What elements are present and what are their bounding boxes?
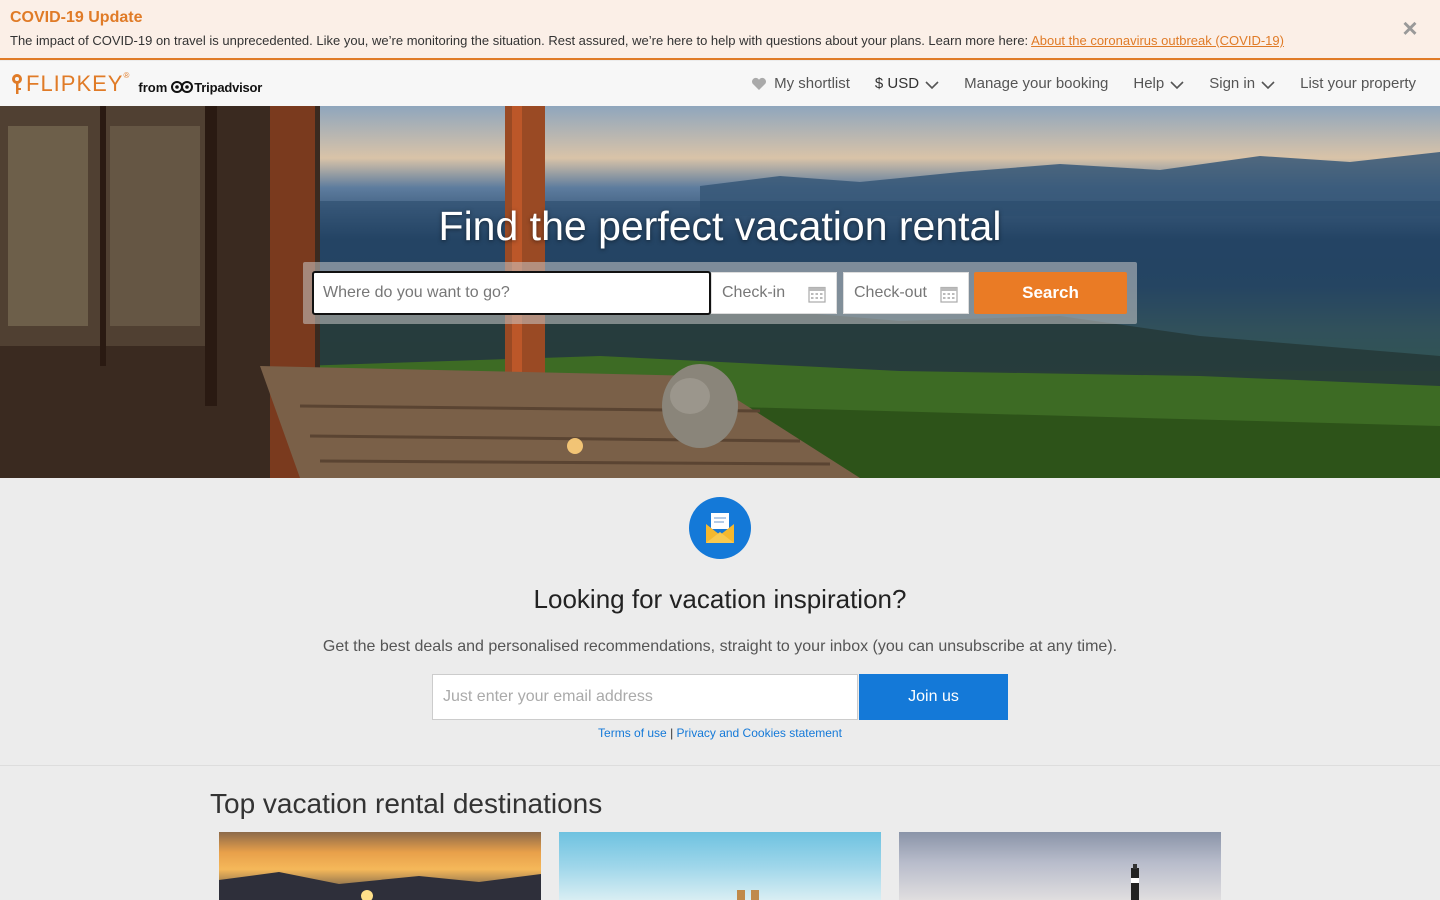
currency-label: $ USD xyxy=(874,75,920,92)
terms-link[interactable]: Terms of use xyxy=(598,726,667,740)
email-field[interactable] xyxy=(432,674,858,720)
search-form: Check-in Check-out Search xyxy=(303,262,1137,324)
logo-partner-text: Tripadvisor xyxy=(194,79,263,95)
list-property-link[interactable]: List your property xyxy=(1300,75,1416,92)
heart-icon xyxy=(752,77,767,90)
newsletter-section: Looking for vacation inspiration? Get th… xyxy=(0,478,1440,766)
legal-separator: | xyxy=(666,726,677,740)
main-nav: My shortlist $ USD Manage your booking H… xyxy=(751,61,1416,106)
close-icon[interactable]: × xyxy=(1400,15,1420,41)
logo-from-tripadvisor: from Tripadvisor xyxy=(138,80,262,95)
flipkey-logo[interactable]: FLIPKEY® from Tripadvisor xyxy=(10,71,262,97)
destination-input[interactable] xyxy=(312,271,711,315)
covid-banner: COVID-19 Update The impact of COVID-19 o… xyxy=(0,0,1440,60)
hero-banner: Find the perfect vacation rental Check-i… xyxy=(0,106,1440,478)
join-button[interactable]: Join us xyxy=(859,674,1008,720)
destination-image xyxy=(219,872,541,900)
destinations-title: Top vacation rental destinations xyxy=(210,788,603,819)
logo-wordmark: FLIPKEY® xyxy=(26,71,130,97)
manage-booking-link[interactable]: Manage your booking xyxy=(964,75,1108,92)
destination-card[interactable] xyxy=(899,832,1221,900)
checkout-field[interactable]: Check-out xyxy=(843,272,969,314)
covid-banner-text: The impact of COVID-19 on travel is unpr… xyxy=(10,33,1284,48)
logo-registered: ® xyxy=(123,71,131,80)
search-button[interactable]: Search xyxy=(974,272,1127,314)
destination-card[interactable] xyxy=(219,832,541,900)
calendar-icon xyxy=(940,286,958,303)
chevron-down-icon xyxy=(1170,80,1184,89)
checkout-label: Check-out xyxy=(854,284,927,301)
key-logo-icon xyxy=(12,74,22,94)
covid-banner-title: COVID-19 Update xyxy=(10,9,143,26)
checkin-label: Check-in xyxy=(722,284,786,301)
chevron-down-icon xyxy=(925,80,939,89)
currency-dropdown[interactable]: $ USD xyxy=(875,75,939,92)
destination-image xyxy=(1131,864,1139,900)
legal-links: Terms of use | Privacy and Cookies state… xyxy=(0,726,1440,740)
tripadvisor-owl-icon xyxy=(171,81,194,93)
shortlist-label: My shortlist xyxy=(774,75,850,92)
destination-card[interactable] xyxy=(559,832,881,900)
logo-brand: FLIPKEY xyxy=(26,71,124,96)
covid-info-link[interactable]: About the coronavirus outbreak (COVID-19… xyxy=(1031,33,1284,48)
chevron-down-icon xyxy=(1261,80,1275,89)
sign-in-dropdown[interactable]: Sign in xyxy=(1209,75,1275,92)
checkin-field[interactable]: Check-in xyxy=(711,272,837,314)
newsletter-title: Looking for vacation inspiration? xyxy=(533,584,907,614)
privacy-link[interactable]: Privacy and Cookies statement xyxy=(677,726,842,740)
logo-from-text: from xyxy=(138,79,168,95)
mail-icon-badge xyxy=(689,497,751,559)
site-header: FLIPKEY® from Tripadvisor My shortlist $… xyxy=(0,61,1440,106)
destination-image xyxy=(737,890,759,900)
newsletter-subtitle: Get the best deals and personalised reco… xyxy=(322,638,1118,655)
sign-in-label: Sign in xyxy=(1209,75,1256,92)
shortlist-link[interactable]: My shortlist xyxy=(751,75,850,92)
envelope-icon xyxy=(706,513,734,543)
help-label: Help xyxy=(1133,75,1165,92)
help-dropdown[interactable]: Help xyxy=(1133,75,1184,92)
hero-title: Find the perfect vacation rental xyxy=(438,203,1002,249)
covid-banner-message: The impact of COVID-19 on travel is unpr… xyxy=(10,33,1032,48)
calendar-icon xyxy=(808,286,826,303)
